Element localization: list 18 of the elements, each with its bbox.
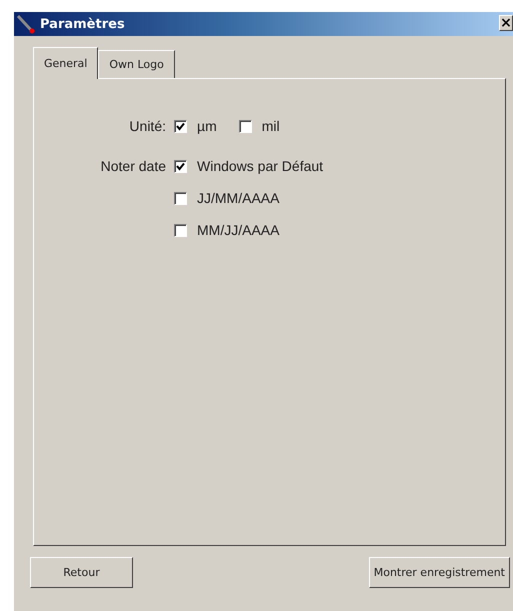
- checkbox[interactable]: [174, 192, 187, 204]
- checkbox-label: MM/JJ/AAAA: [197, 222, 280, 238]
- push-button[interactable]: Montrer enregistrement: [368, 557, 510, 588]
- unit-label: Unité:: [128, 117, 167, 136]
- tab[interactable]: Own Logo: [98, 50, 175, 78]
- tab[interactable]: General: [33, 47, 98, 79]
- checkbox[interactable]: [174, 160, 187, 172]
- checkbox-label: µm: [197, 118, 217, 134]
- checkbox[interactable]: [238, 120, 252, 132]
- close-button[interactable]: ×: [499, 15, 513, 31]
- date-label: Noter date: [100, 157, 167, 176]
- checkbox-label: Windows par Défaut: [197, 158, 324, 174]
- window-title: Paramètres: [40, 16, 125, 32]
- checkbox-label: mil: [262, 118, 280, 134]
- checkbox-label: JJ/MM/AAAA: [197, 190, 280, 206]
- push-button[interactable]: Retour: [30, 557, 133, 588]
- checkbox[interactable]: [174, 120, 187, 132]
- checkbox[interactable]: [174, 224, 187, 236]
